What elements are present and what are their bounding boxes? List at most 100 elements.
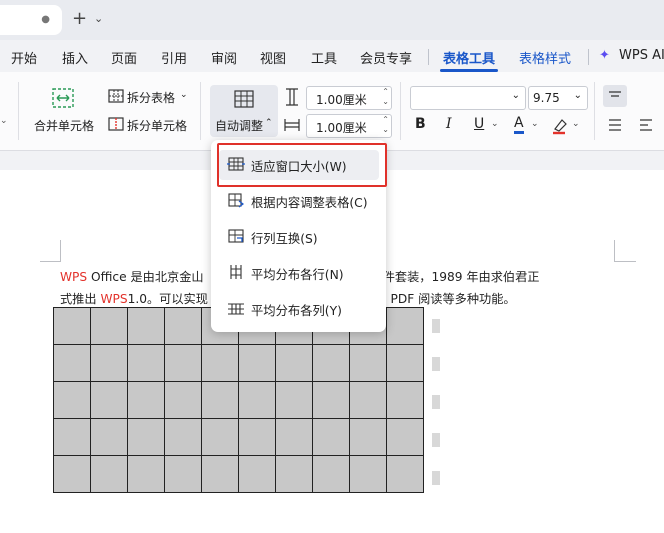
table-cell[interactable] [386,307,424,345]
table-cell[interactable] [275,418,313,456]
table-cell[interactable] [127,307,165,345]
table-cell[interactable] [127,381,165,419]
menu-table-tools[interactable]: 表格工具 [443,48,495,67]
new-tab-button[interactable]: + [72,9,87,29]
split-table-dropdown-icon[interactable]: ⌄ [180,90,188,100]
table-cell[interactable] [238,344,276,382]
align-justify-button[interactable] [603,114,627,136]
table-cell[interactable] [201,381,239,419]
table-cell[interactable] [349,418,387,456]
row-boundary-handle[interactable] [432,319,440,333]
font-name-select[interactable]: ⌄ [410,86,526,110]
table-resize-edge[interactable] [432,307,440,500]
table-cell[interactable] [53,418,91,456]
table-cell[interactable] [275,381,313,419]
table-cell[interactable] [349,344,387,382]
highlighter-icon[interactable] [551,117,569,135]
table-cell[interactable] [275,344,313,382]
font-color-dropdown-icon[interactable]: ⌄ [531,119,539,129]
menu-item-fit-content[interactable]: 根据内容调整表格(C) [219,186,379,216]
col-width-value: 1.00厘米 [316,121,367,135]
menu-tools[interactable]: 工具 [311,48,337,67]
row-boundary-handle[interactable] [432,433,440,447]
table-cell[interactable] [127,418,165,456]
table-cell[interactable] [386,381,424,419]
font-size-select[interactable]: 9.75 ⌄ [528,86,588,110]
table-cell[interactable] [127,344,165,382]
stepper-arrows-icon[interactable]: ⌃ ⌄ [382,115,389,135]
table-cell[interactable] [238,455,276,493]
table-cell[interactable] [201,344,239,382]
menu-review[interactable]: 审阅 [211,48,237,67]
font-color-button[interactable]: A [514,116,524,134]
table-cell[interactable] [90,307,128,345]
document-tab[interactable]: ● [0,5,62,35]
table-cell[interactable] [53,455,91,493]
col-width-icon [284,119,300,131]
table-cell[interactable] [386,455,424,493]
document-table[interactable] [53,307,424,493]
row-boundary-handle[interactable] [432,357,440,371]
table-cell[interactable] [349,381,387,419]
table-cell[interactable] [164,344,202,382]
menu-reference[interactable]: 引用 [161,48,187,67]
table-cell[interactable] [312,418,350,456]
table-cell[interactable] [90,344,128,382]
table-cell[interactable] [53,381,91,419]
table-cell[interactable] [164,381,202,419]
table-cell[interactable] [90,381,128,419]
menu-member[interactable]: 会员专享 [360,48,412,67]
table-cell[interactable] [238,418,276,456]
table-cell[interactable] [386,418,424,456]
menu-item-distribute-cols[interactable]: 平均分布各列(Y) [219,294,379,324]
split-table-icon [108,89,124,103]
auto-adjust-button[interactable]: 自动调整 ⌃ [210,85,278,137]
table-cell[interactable] [201,418,239,456]
menu-item-distribute-rows[interactable]: 平均分布各行(N) [219,258,379,288]
table-cell[interactable] [53,307,91,345]
table-cell[interactable] [349,455,387,493]
menu-separator [588,49,589,65]
table-cell[interactable] [201,455,239,493]
merge-cells-button[interactable]: 合并单元格 [34,117,94,134]
scroll-left-icon[interactable]: ⌄ [0,116,8,126]
table-cell[interactable] [127,455,165,493]
table-cell[interactable] [386,344,424,382]
table-cell[interactable] [164,418,202,456]
menu-home[interactable]: 开始 [11,48,37,67]
table-cell[interactable] [90,455,128,493]
menu-page[interactable]: 页面 [111,48,137,67]
highlighter-dropdown-icon[interactable]: ⌄ [572,119,580,129]
table-cell[interactable] [238,381,276,419]
margin-mark [614,240,615,262]
underline-dropdown-icon[interactable]: ⌄ [491,119,499,129]
align-left-button[interactable] [634,114,658,136]
menu-wps-ai[interactable]: WPS AI [619,48,664,63]
col-width-stepper[interactable]: 1.00厘米 ⌃ ⌄ [306,114,392,138]
table-cell[interactable] [275,455,313,493]
align-top-button[interactable] [603,85,627,107]
row-boundary-handle[interactable] [432,395,440,409]
table-cell[interactable] [312,455,350,493]
menu-item-swap-rows-cols[interactable]: 行列互换(S) [219,222,379,252]
table-cell[interactable] [53,344,91,382]
menu-table-style[interactable]: 表格样式 [519,48,571,67]
row-height-stepper[interactable]: 1.00厘米 ⌃ ⌄ [306,86,392,110]
wps-ai-icon: ✦ [599,48,610,63]
row-boundary-handle[interactable] [432,471,440,485]
menu-insert[interactable]: 插入 [62,48,88,67]
split-cells-icon [108,117,124,131]
bold-button[interactable]: B [415,116,426,132]
stepper-arrows-icon[interactable]: ⌃ ⌄ [382,87,389,107]
menu-view[interactable]: 视图 [260,48,286,67]
table-cell[interactable] [164,307,202,345]
split-cells-button[interactable]: 拆分单元格 [127,117,187,134]
table-cell[interactable] [90,418,128,456]
underline-button[interactable]: U [474,116,484,132]
table-cell[interactable] [312,381,350,419]
table-cell[interactable] [312,344,350,382]
split-table-button[interactable]: 拆分表格 [127,89,175,106]
tab-list-dropdown-icon[interactable]: ⌄ [94,12,103,25]
italic-button[interactable]: I [446,116,452,132]
table-cell[interactable] [164,455,202,493]
